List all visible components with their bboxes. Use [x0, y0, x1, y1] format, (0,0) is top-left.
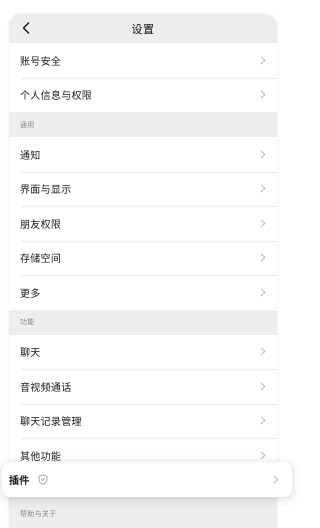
chevron-right-icon — [259, 347, 267, 357]
settings-item-display[interactable]: 界面与显示 — [9, 171, 277, 206]
settings-panel: 设置 账号安全 个人信息与权限 通用 通知 界面与显示 朋友权限 存储空间 更多… — [9, 14, 277, 528]
section-heading-help: 帮助与关于 — [20, 510, 57, 518]
chevron-right-icon — [259, 184, 267, 194]
chevron-right-icon — [259, 253, 267, 263]
settings-item-chat-history[interactable]: 聊天记录管理 — [9, 403, 277, 438]
settings-item-label: 音视频通话 — [20, 382, 72, 394]
settings-item-storage[interactable]: 存储空间 — [9, 240, 277, 275]
chevron-right-icon — [272, 475, 280, 485]
settings-item-label: 插件 — [9, 476, 30, 487]
settings-item-label: 界面与显示 — [20, 185, 72, 197]
nav-bar: 设置 — [9, 14, 277, 43]
settings-item-more[interactable]: 更多 — [9, 275, 277, 310]
chevron-right-icon — [259, 416, 267, 426]
settings-item-calls[interactable]: 音视频通话 — [9, 369, 277, 404]
chevron-right-icon — [259, 450, 267, 460]
settings-item-label: 其他功能 — [20, 451, 62, 463]
page-title: 设置 — [131, 22, 155, 36]
settings-item-friend-permissions[interactable]: 朋友权限 — [9, 206, 277, 241]
chevron-left-icon[interactable] — [19, 21, 33, 35]
general-group: 通知 界面与显示 朋友权限 存储空间 更多 — [9, 137, 277, 310]
settings-item-label: 账号安全 — [20, 56, 62, 68]
settings-item-chat[interactable]: 聊天 — [9, 334, 277, 369]
section-heading-features: 功能 — [20, 318, 35, 326]
shield-icon — [38, 474, 49, 485]
settings-item-label: 个人信息与权限 — [20, 91, 93, 103]
settings-item-notifications[interactable]: 通知 — [9, 137, 277, 172]
chevron-right-icon — [259, 149, 267, 159]
settings-item-label: 聊天 — [20, 348, 41, 360]
settings-item-account-security[interactable]: 账号安全 — [9, 43, 277, 78]
settings-item-label: 更多 — [20, 288, 41, 300]
settings-item-plugins[interactable]: 插件 — [2, 462, 292, 497]
chevron-right-icon — [259, 218, 267, 228]
settings-item-label: 朋友权限 — [20, 219, 62, 231]
features-group: 聊天 音视频通话 聊天记录管理 其他功能 — [9, 334, 277, 473]
settings-item-label: 聊天记录管理 — [20, 417, 82, 429]
chevron-right-icon — [259, 55, 267, 65]
chevron-right-icon — [259, 90, 267, 100]
account-group: 账号安全 个人信息与权限 — [9, 43, 277, 112]
settings-item-personal-info[interactable]: 个人信息与权限 — [9, 77, 277, 112]
section-heading-general: 通用 — [20, 120, 35, 129]
settings-item-label: 存储空间 — [20, 254, 62, 266]
settings-item-label: 通知 — [20, 150, 41, 162]
chevron-right-icon — [259, 381, 267, 391]
chevron-right-icon — [259, 287, 267, 297]
